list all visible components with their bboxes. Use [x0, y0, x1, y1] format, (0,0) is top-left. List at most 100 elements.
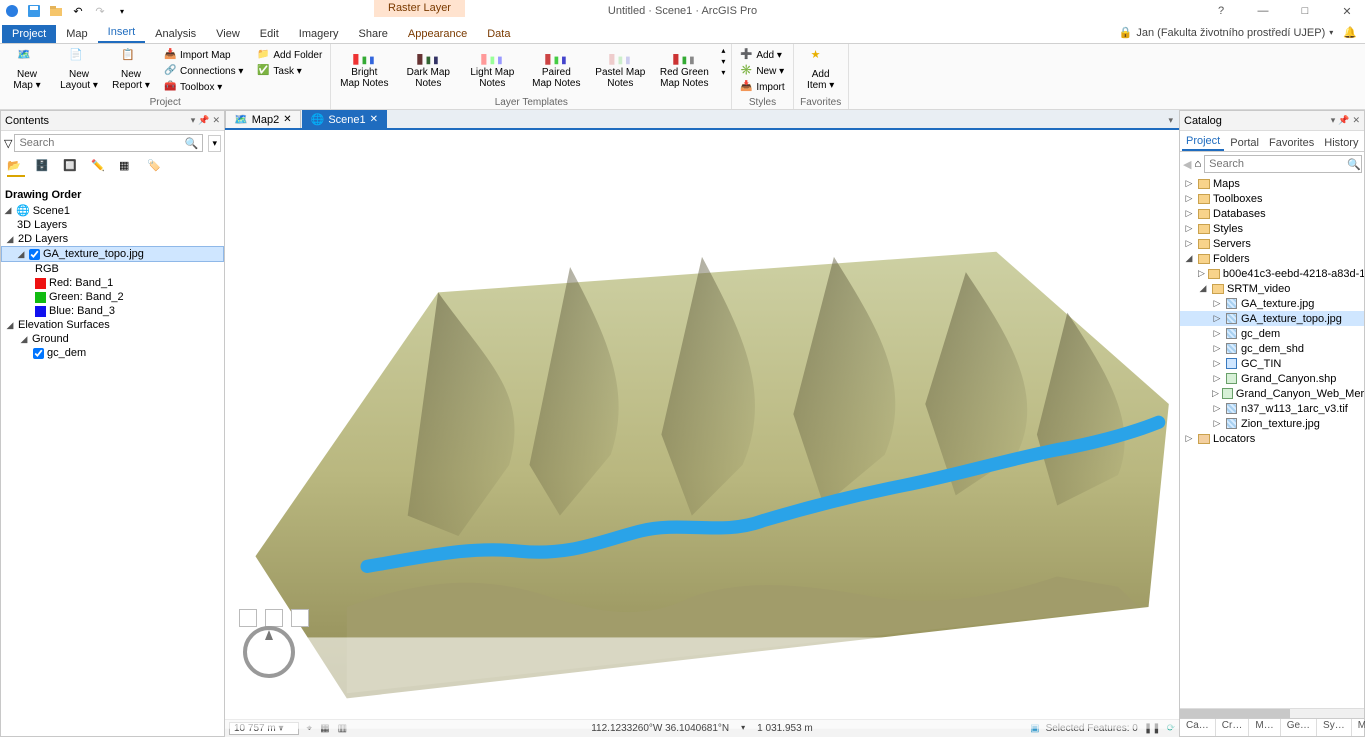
- tree-file[interactable]: ▷Grand_Canyon.shp: [1180, 371, 1364, 386]
- tab-insert[interactable]: Insert: [98, 23, 146, 43]
- panel-close-icon[interactable]: ✕: [212, 115, 220, 126]
- tree-folder-b[interactable]: ◢SRTM_video: [1180, 281, 1364, 296]
- catalog-tab-history[interactable]: History: [1320, 135, 1362, 151]
- search-dropdown-icon[interactable]: ▾: [208, 135, 221, 152]
- view-dropdown-icon[interactable]: ▾: [1162, 113, 1179, 128]
- dark-notes-button[interactable]: ▮▮▮Dark Map Notes: [399, 46, 457, 89]
- coords-dropdown-icon[interactable]: ▾: [741, 723, 745, 734]
- ground-node[interactable]: ◢Ground: [1, 332, 224, 346]
- tree-file[interactable]: ▷GA_texture_topo.jpg: [1180, 311, 1364, 326]
- tab-imagery[interactable]: Imagery: [289, 25, 349, 43]
- new-map-button[interactable]: 🗺️New Map ▾: [4, 46, 50, 91]
- add-item-button[interactable]: ★Add Item ▾: [798, 46, 844, 91]
- task-button[interactable]: ✅Task ▾: [253, 64, 326, 78]
- help-button[interactable]: ?: [1207, 0, 1235, 22]
- close-button[interactable]: ✕: [1333, 0, 1361, 22]
- tab-share[interactable]: Share: [349, 25, 398, 43]
- maximize-button[interactable]: □: [1291, 0, 1319, 22]
- tree-maps[interactable]: ▷Maps: [1180, 176, 1364, 191]
- layer-visibility-checkbox[interactable]: [29, 249, 40, 260]
- tree-file[interactable]: ▷n37_w113_1arc_v3.tif: [1180, 401, 1364, 416]
- user-area[interactable]: 🔒 Jan (Fakulta životního prostředí UJEP)…: [1119, 26, 1357, 39]
- style-import-button[interactable]: 📥Import: [736, 80, 788, 94]
- btab[interactable]: Ca…: [1180, 719, 1216, 736]
- close-icon[interactable]: ✕: [370, 114, 378, 125]
- redgreen-notes-button[interactable]: ▮▮▮Red Green Map Notes: [655, 46, 713, 89]
- tree-file[interactable]: ▷GA_texture.jpg: [1180, 296, 1364, 311]
- btab[interactable]: Cr…: [1216, 719, 1250, 736]
- tree-databases[interactable]: ▷Databases: [1180, 206, 1364, 221]
- paired-notes-button[interactable]: ▮▮▮Paired Map Notes: [527, 46, 585, 89]
- scene-canvas[interactable]: [225, 130, 1179, 719]
- save-icon[interactable]: [26, 3, 42, 19]
- list-by-drawing-icon[interactable]: 📂: [7, 159, 25, 177]
- tree-folders[interactable]: ◢Folders: [1180, 251, 1364, 266]
- minimize-button[interactable]: —: [1249, 0, 1277, 22]
- btab[interactable]: Sy…: [1317, 719, 1352, 736]
- bright-notes-button[interactable]: ▮▮▮Bright Map Notes: [335, 46, 393, 89]
- btab[interactable]: M…: [1352, 719, 1365, 736]
- templates-scroll[interactable]: ▴▾▾: [719, 46, 727, 77]
- catalog-search-input[interactable]: [1204, 155, 1362, 173]
- toolbox-button[interactable]: 🧰Toolbox ▾: [160, 80, 247, 94]
- navigator-widget[interactable]: [239, 622, 299, 685]
- undo-icon[interactable]: ↶: [70, 3, 86, 19]
- contents-search-input[interactable]: [14, 134, 202, 152]
- style-add-button[interactable]: ➕Add ▾: [736, 48, 788, 62]
- home-icon[interactable]: ⌂: [1194, 158, 1201, 170]
- list-by-editing-icon[interactable]: ✏️: [91, 159, 109, 177]
- add-folder-button[interactable]: 📁Add Folder: [253, 48, 326, 62]
- catalog-h-scroll[interactable]: [1180, 708, 1364, 718]
- tab-analysis[interactable]: Analysis: [145, 25, 206, 43]
- tab-edit[interactable]: Edit: [250, 25, 289, 43]
- search-icon[interactable]: 🔍: [1347, 158, 1361, 171]
- tree-toolboxes[interactable]: ▷Toolboxes: [1180, 191, 1364, 206]
- btab[interactable]: M…: [1249, 719, 1280, 736]
- tree-styles[interactable]: ▷Styles: [1180, 221, 1364, 236]
- tree-locators[interactable]: ▷Locators: [1180, 431, 1364, 446]
- tab-appearance[interactable]: Appearance: [398, 25, 477, 43]
- light-notes-button[interactable]: ▮▮▮Light Map Notes: [463, 46, 521, 89]
- gc-dem-layer[interactable]: gc_dem: [1, 346, 224, 360]
- tab-project[interactable]: Project: [2, 25, 56, 43]
- list-by-labeling-icon[interactable]: 🏷️: [147, 159, 165, 177]
- btab[interactable]: Ge…: [1281, 719, 1317, 736]
- redo-icon[interactable]: ↷: [92, 3, 108, 19]
- tree-folder-a[interactable]: ▷b00e41c3-eebd-4218-a83d-11daac45: [1180, 266, 1364, 281]
- tab-view[interactable]: View: [206, 25, 250, 43]
- tree-file[interactable]: ▷Zion_texture.jpg: [1180, 416, 1364, 431]
- new-layout-button[interactable]: 📄New Layout ▾: [56, 46, 102, 91]
- view-tab-scene1[interactable]: 🌐Scene1✕: [302, 110, 387, 128]
- panel-menu-icon[interactable]: ▾: [191, 115, 196, 126]
- catalog-tab-project[interactable]: Project: [1182, 133, 1224, 151]
- catalog-tab-portal[interactable]: Portal: [1226, 135, 1263, 151]
- elevation-surfaces-node[interactable]: ◢Elevation Surfaces: [1, 318, 224, 332]
- panel-close-icon[interactable]: ✕: [1352, 115, 1360, 126]
- tree-file[interactable]: ▷gc_dem_shd: [1180, 341, 1364, 356]
- tree-servers[interactable]: ▷Servers: [1180, 236, 1364, 251]
- bell-icon[interactable]: 🔔: [1343, 26, 1357, 39]
- view-tab-map2[interactable]: 🗺️Map2✕: [225, 110, 301, 128]
- import-map-button[interactable]: 📥Import Map: [160, 48, 247, 62]
- 3d-layers-node[interactable]: 3D Layers: [1, 218, 224, 232]
- tree-file[interactable]: ▷Grand_Canyon_Web_Mercator.shp: [1180, 386, 1364, 401]
- open-icon[interactable]: [48, 3, 64, 19]
- search-icon[interactable]: 🔍: [185, 137, 199, 150]
- filter-icon[interactable]: ▽: [4, 137, 12, 150]
- qat-dropdown-icon[interactable]: ▾: [114, 3, 130, 19]
- tree-file[interactable]: ▷gc_dem: [1180, 326, 1364, 341]
- catalog-tab-favorites[interactable]: Favorites: [1265, 135, 1318, 151]
- list-by-source-icon[interactable]: 🗄️: [35, 159, 53, 177]
- back-icon[interactable]: ◀: [1183, 158, 1191, 171]
- user-dropdown-icon[interactable]: ▾: [1329, 28, 1333, 37]
- scene-node[interactable]: ◢🌐Scene1: [1, 203, 224, 218]
- style-new-button[interactable]: ✳️New ▾: [736, 64, 788, 78]
- layer-topo[interactable]: ◢GA_texture_topo.jpg: [1, 246, 224, 262]
- connections-button[interactable]: 🔗Connections ▾: [160, 64, 247, 78]
- pastel-notes-button[interactable]: ▮▮▮Pastel Map Notes: [591, 46, 649, 89]
- tree-file[interactable]: ▷GC_TIN: [1180, 356, 1364, 371]
- panel-pin-icon[interactable]: 📌: [1338, 115, 1349, 126]
- tab-data[interactable]: Data: [477, 25, 520, 43]
- close-icon[interactable]: ✕: [283, 114, 291, 125]
- panel-menu-icon[interactable]: ▾: [1331, 115, 1336, 126]
